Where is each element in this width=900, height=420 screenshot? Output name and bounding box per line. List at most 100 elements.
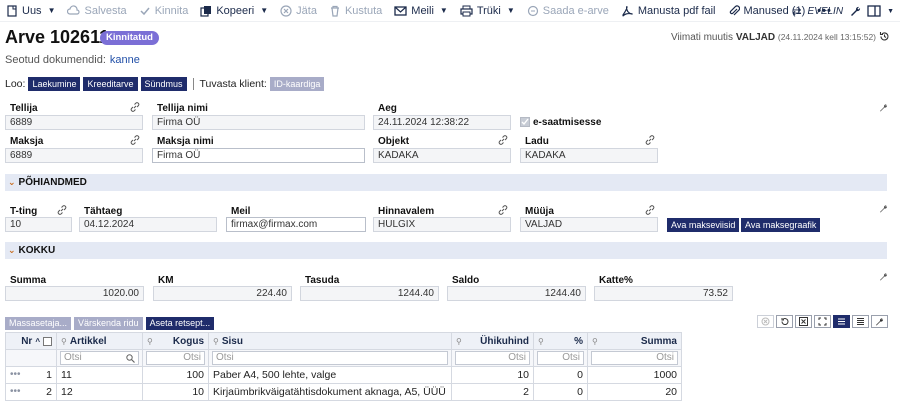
new-button[interactable]: Uus ▼ xyxy=(0,0,61,22)
wrench-icon[interactable] xyxy=(871,315,888,328)
col-protsent[interactable]: ⚲% xyxy=(533,332,588,350)
select-all-checkbox[interactable] xyxy=(43,336,52,346)
row-menu-icon[interactable]: ••• xyxy=(10,386,21,397)
last-modified-user: VALJAD xyxy=(735,32,776,43)
create-event-button[interactable]: Sündmus xyxy=(140,77,187,91)
link-icon[interactable] xyxy=(645,135,655,145)
discard-button-label: Jäta xyxy=(296,4,317,17)
col-sisu[interactable]: ⚲ Sisu xyxy=(208,332,452,350)
delete-button[interactable]: Kustuta xyxy=(323,0,388,22)
copy-button[interactable]: Kopeeri ▼ xyxy=(194,0,274,22)
confirm-button-label: Kinnita xyxy=(154,4,189,17)
cell-uhikuhind[interactable]: 2 xyxy=(451,383,534,401)
link-icon[interactable] xyxy=(645,205,655,215)
section-header-main-data[interactable]: ⌄ PÕHIANDMED xyxy=(5,174,887,191)
refresh-rows-button[interactable]: Värskenda ridu xyxy=(74,317,143,330)
filter-kogus-input[interactable]: Otsi xyxy=(146,351,205,365)
customer-name-field[interactable]: Firma OÜ xyxy=(152,115,365,130)
cell-kogus[interactable]: 10 xyxy=(142,383,209,401)
col-nr[interactable]: Nr ^ xyxy=(5,332,57,350)
wrench-icon: ⚲ xyxy=(213,336,219,346)
clear-icon[interactable] xyxy=(757,315,774,328)
cell-summa[interactable]: 20 xyxy=(587,383,682,401)
undo-icon[interactable] xyxy=(776,315,793,328)
filter-protsent-input[interactable]: Otsi xyxy=(537,351,584,365)
cell-artikkel[interactable]: 11 xyxy=(56,366,143,384)
seller-field[interactable]: VALJAD xyxy=(520,217,658,232)
due-date-field[interactable]: 04.12.2024 xyxy=(79,217,217,232)
open-payment-methods-button[interactable]: Ava makseviisid xyxy=(667,218,740,232)
wrench-icon[interactable] xyxy=(879,103,888,112)
compact-view-icon[interactable] xyxy=(852,315,869,328)
mass-set-button[interactable]: Massasetaja... xyxy=(5,317,72,330)
e-send-checkbox[interactable] xyxy=(520,117,530,127)
save-button[interactable]: Salvesta xyxy=(61,0,132,22)
cell-kogus[interactable]: 100 xyxy=(142,366,209,384)
price-formula-field[interactable]: HULGIX xyxy=(373,217,511,232)
link-icon[interactable] xyxy=(498,205,508,215)
link-icon[interactable] xyxy=(130,102,140,112)
row-menu-icon[interactable]: ••• xyxy=(10,369,21,380)
fullscreen-icon[interactable] xyxy=(814,315,831,328)
payment-term-field[interactable]: 10 xyxy=(5,217,72,232)
linked-document-link[interactable]: kanne xyxy=(110,54,140,66)
link-icon[interactable] xyxy=(498,135,508,145)
confirm-button[interactable]: Kinnita xyxy=(133,0,195,22)
panel-layout-icon[interactable] xyxy=(867,5,881,17)
save-button-label: Salvesta xyxy=(84,4,127,17)
col-artikkel[interactable]: ⚲ Artikkel xyxy=(56,332,143,350)
excel-icon[interactable] xyxy=(795,315,812,328)
cell-uhikuhind[interactable]: 10 xyxy=(451,366,534,384)
filter-summa-input[interactable]: Otsi xyxy=(591,351,678,365)
sum-label: Summa xyxy=(10,275,47,286)
swap-icon[interactable]: ⇄ xyxy=(792,5,801,18)
col-summa[interactable]: ⚲ Summa xyxy=(587,332,682,350)
id-card-button[interactable]: ID-kaardiga xyxy=(269,77,325,91)
wrench-icon[interactable] xyxy=(879,272,888,281)
payer-name-field[interactable]: Firma OÜ xyxy=(152,148,365,163)
link-icon[interactable] xyxy=(130,135,140,145)
object-field[interactable]: KADAKA xyxy=(373,148,511,163)
discard-button[interactable]: Jäta xyxy=(274,0,323,22)
cell-protsent[interactable]: 0 xyxy=(533,383,588,401)
col-uhikuhind[interactable]: ⚲ Ühikuhind xyxy=(451,332,534,350)
cell-sisu[interactable]: Kirjaümbrikväigatähtisdokument aknaga, A… xyxy=(208,383,452,401)
col-summa-label: Summa xyxy=(640,335,677,347)
payer-field[interactable]: 6889 xyxy=(5,148,143,163)
link-icon[interactable] xyxy=(57,205,67,215)
time-field[interactable]: 24.11.2024 12:38:22 xyxy=(373,115,511,130)
price-formula-label: Hinnavalem xyxy=(378,206,435,217)
col-kogus[interactable]: ⚲ Kogus xyxy=(142,332,209,350)
cell-protsent[interactable]: 0 xyxy=(533,366,588,384)
create-payment-button[interactable]: Laekumine xyxy=(28,77,81,91)
filter-sisu-input[interactable]: Otsi xyxy=(212,351,448,365)
due-date-label: Tähtaeg xyxy=(84,206,123,217)
wrench-icon[interactable] xyxy=(879,204,888,213)
caret-down-icon[interactable]: ▼ xyxy=(887,8,894,15)
email-button[interactable]: Meili ▼ xyxy=(388,0,454,22)
caret-down-icon: ▼ xyxy=(47,6,56,15)
cell-artikkel[interactable]: 12 xyxy=(56,383,143,401)
table-row[interactable]: ••• 1 11 100 Paber A4, 500 lehte, valge 1… xyxy=(5,366,682,384)
history-icon[interactable] xyxy=(879,31,890,42)
attach-pdf-button[interactable]: Manusta pdf fail xyxy=(615,0,722,22)
section-header-totals[interactable]: ⌄ KOKKU xyxy=(5,242,887,259)
cell-summa[interactable]: 1000 xyxy=(587,366,682,384)
email-field[interactable]: firmax@firmax.com xyxy=(226,217,366,232)
warehouse-field[interactable]: KADAKA xyxy=(520,148,658,163)
page-title: Arve 102611 xyxy=(5,27,110,47)
filter-uhikuhind-input[interactable]: Otsi xyxy=(455,351,530,365)
linked-documents: Seotud dokumendid: kanne xyxy=(5,54,140,66)
send-einvoice-button[interactable]: Saada e-arve xyxy=(521,0,615,22)
list-view-icon[interactable] xyxy=(833,315,850,328)
table-row[interactable]: ••• 2 12 10 Kirjaümbrikväigatähtisdokumen… xyxy=(5,383,682,401)
cell-sisu[interactable]: Paber A4, 500 lehte, valge xyxy=(208,366,452,384)
print-button[interactable]: Trüki ▼ xyxy=(454,0,521,22)
wrench-icon[interactable] xyxy=(849,5,861,17)
create-credit-invoice-button[interactable]: Kreeditarve xyxy=(83,77,138,91)
user-name[interactable]: EVELIN xyxy=(807,6,843,17)
filter-artikkel-input[interactable]: Otsi xyxy=(60,351,139,365)
insert-recipe-button[interactable]: Aseta retsept... xyxy=(145,317,215,330)
open-payment-schedule-button[interactable]: Ava maksegraafik xyxy=(741,218,821,232)
customer-field[interactable]: 6889 xyxy=(5,115,143,130)
